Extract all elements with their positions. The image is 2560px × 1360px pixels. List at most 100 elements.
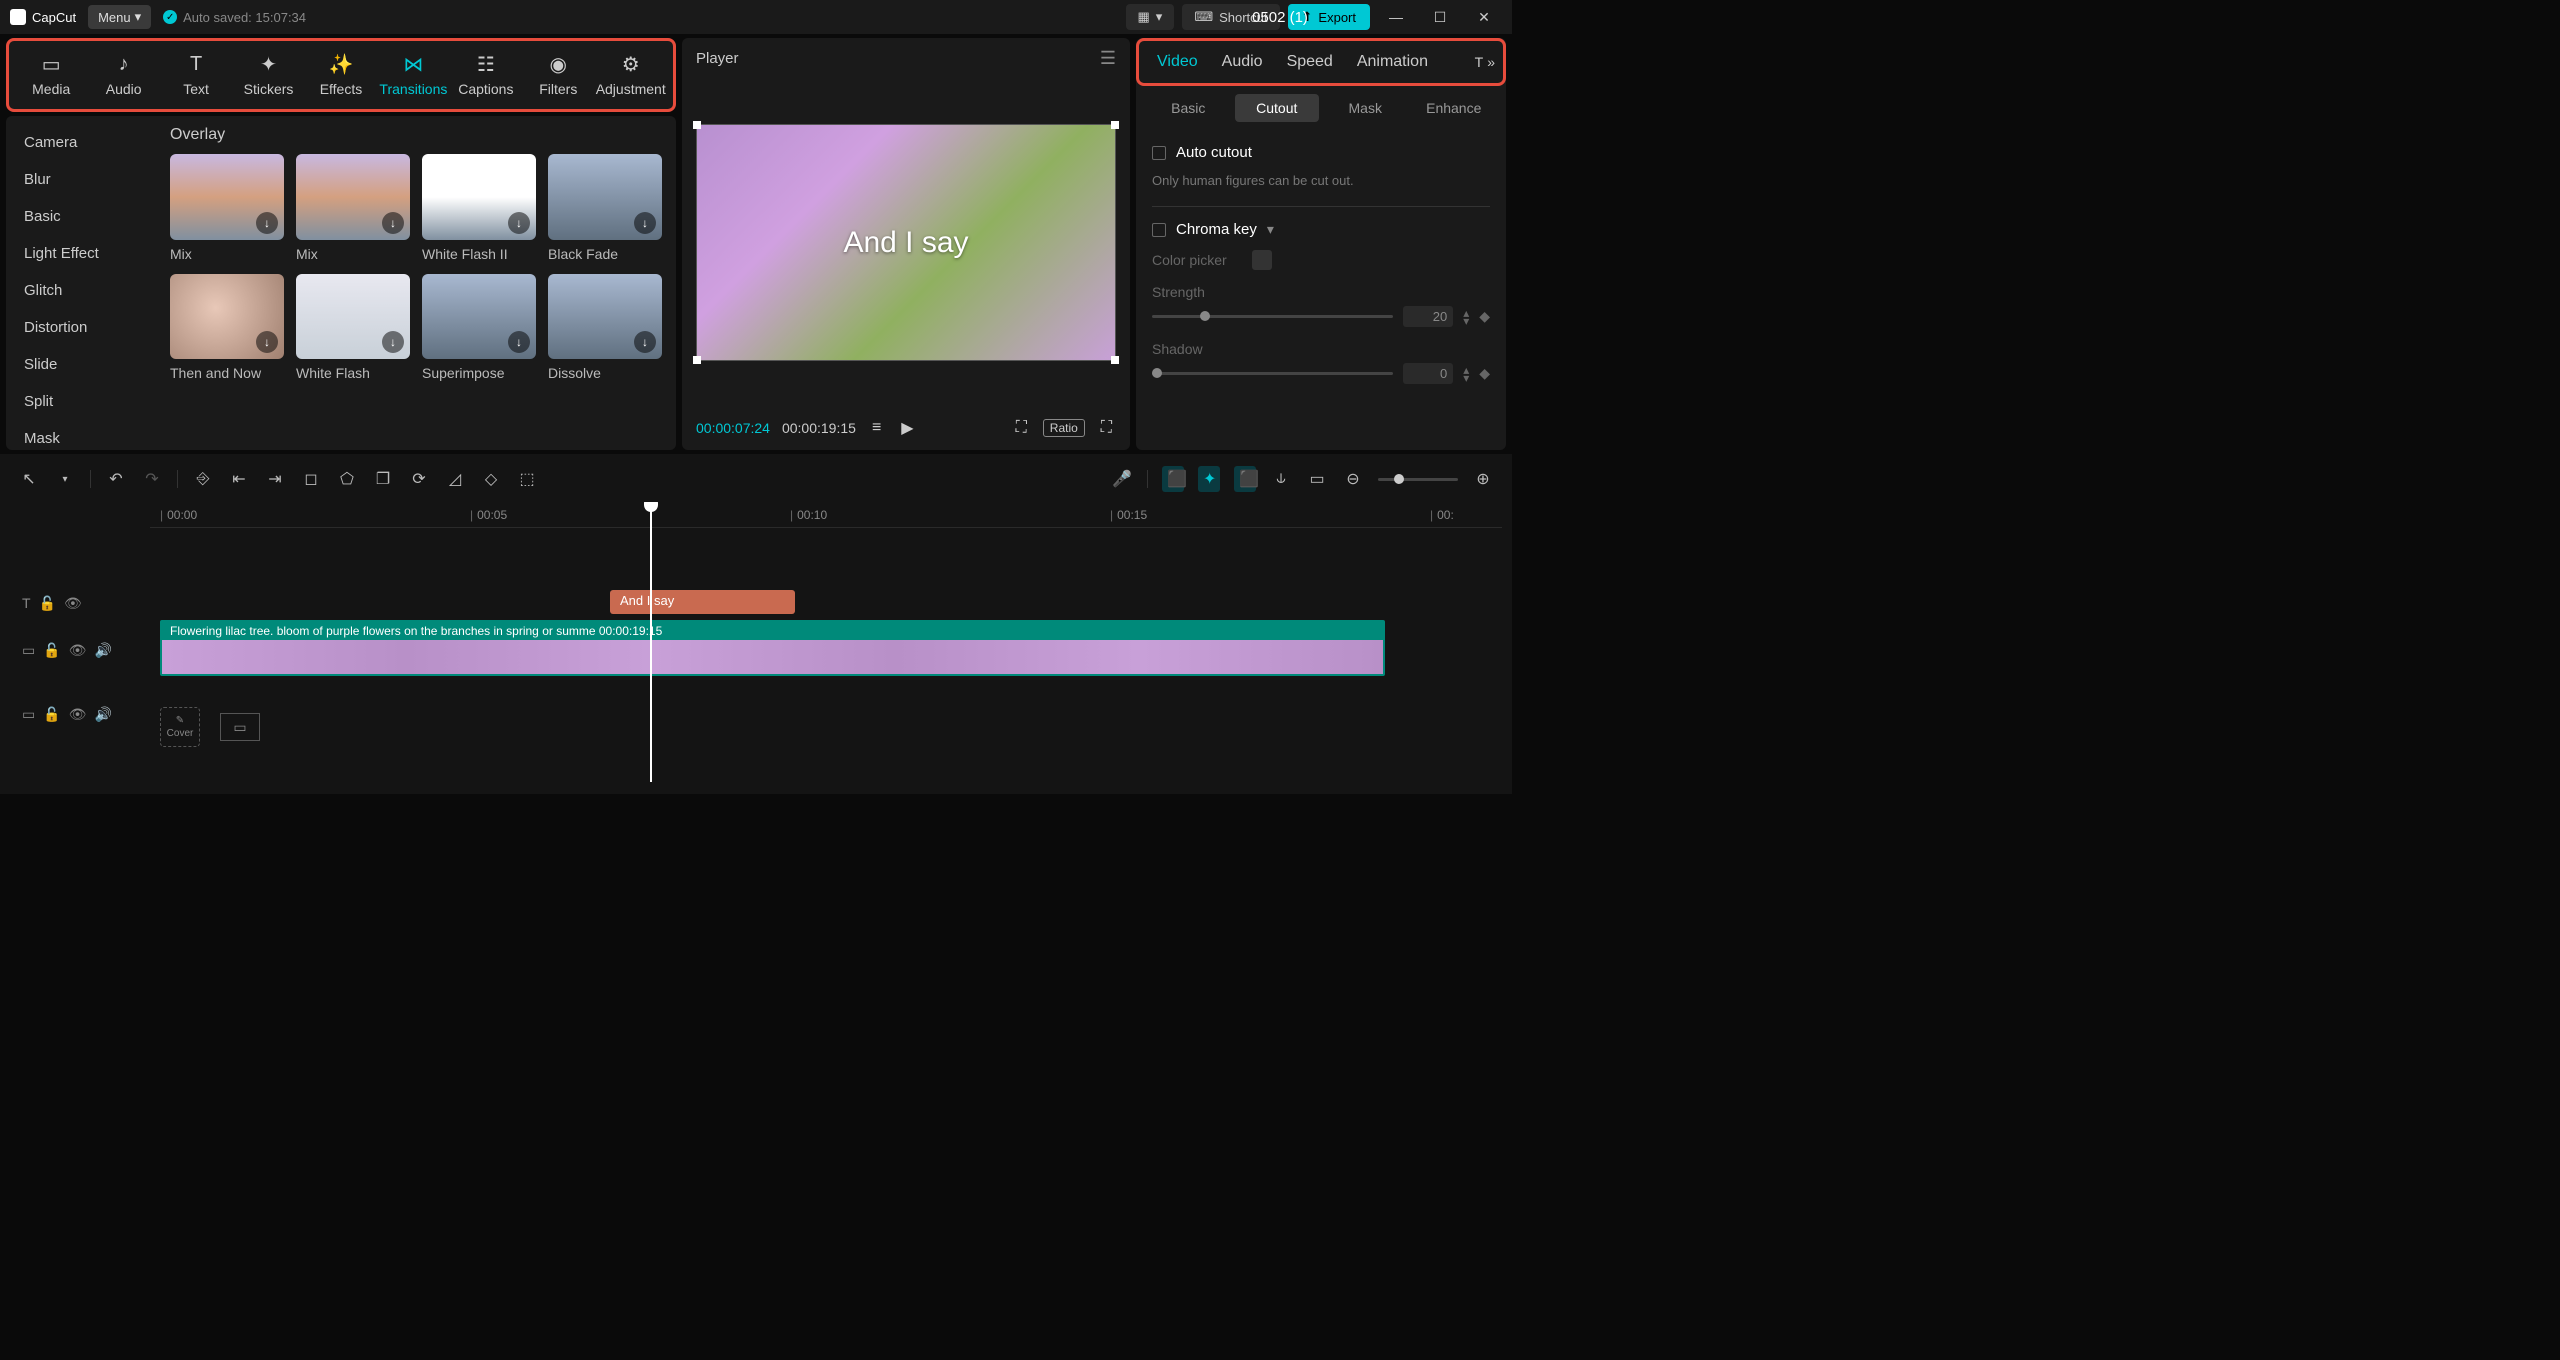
fullscreen-icon[interactable]: ⛶ — [1097, 417, 1116, 439]
strength-stepper[interactable]: ▴▾ — [1463, 309, 1469, 325]
chevron-right-icon[interactable]: » — [1487, 54, 1495, 70]
transition-thumb[interactable]: ↓Black Fade — [548, 154, 662, 262]
magnet-center-icon[interactable]: ✦ — [1198, 466, 1220, 492]
copy-tool[interactable]: ❐ — [372, 469, 394, 489]
keyframe-icon[interactable]: ◆ — [1479, 365, 1490, 382]
sub-tab-enhance[interactable]: Enhance — [1412, 94, 1497, 122]
eye-icon[interactable]: 👁 — [69, 642, 87, 659]
magnet-right-icon[interactable]: ⬛ — [1234, 466, 1256, 492]
eye-icon[interactable]: 👁 — [64, 595, 82, 612]
category-blur[interactable]: Blur — [6, 161, 156, 198]
sub-tab-cutout[interactable]: Cutout — [1235, 94, 1320, 122]
lock-icon[interactable]: 🔓 — [43, 706, 60, 723]
auto-cutout-checkbox[interactable] — [1152, 146, 1166, 160]
hamburger-icon[interactable]: ☰ — [1100, 48, 1116, 69]
handle-br[interactable] — [1111, 356, 1119, 364]
crop2-tool[interactable]: ⬚ — [516, 469, 538, 489]
transition-thumb[interactable]: ↓Dissolve — [548, 274, 662, 382]
sub-tab-mask[interactable]: Mask — [1323, 94, 1408, 122]
download-icon[interactable]: ↓ — [634, 212, 656, 234]
category-split[interactable]: Split — [6, 383, 156, 420]
download-icon[interactable]: ↓ — [634, 331, 656, 353]
category-distortion[interactable]: Distortion — [6, 309, 156, 346]
eye-icon[interactable]: 👁 — [69, 706, 87, 723]
category-slide[interactable]: Slide — [6, 346, 156, 383]
tool-tab-text[interactable]: TText — [160, 49, 232, 101]
category-camera[interactable]: Camera — [6, 124, 156, 161]
tool-tab-media[interactable]: ▭Media — [15, 49, 87, 101]
keyframe-icon[interactable]: ◆ — [1479, 308, 1490, 325]
transition-thumb[interactable]: ↓Mix — [170, 154, 284, 262]
crop-tool[interactable]: ◻ — [300, 469, 322, 489]
pointer-tool[interactable]: ↖ — [18, 469, 40, 489]
download-icon[interactable]: ↓ — [508, 212, 530, 234]
video-clip[interactable]: Flowering lilac tree. bloom of purple fl… — [160, 620, 1385, 676]
transition-thumb[interactable]: ↓Then and Now — [170, 274, 284, 382]
transition-thumb[interactable]: ↓White Flash II — [422, 154, 536, 262]
timeline-ruler[interactable]: 00:0000:0500:1000:1500: — [150, 502, 1502, 528]
magnet-left-icon[interactable]: ⬛ — [1162, 466, 1184, 492]
category-light-effect[interactable]: Light Effect — [6, 235, 156, 272]
prop-tab-speed[interactable]: Speed — [1277, 47, 1343, 77]
shield-icon[interactable]: ⬠ — [336, 469, 358, 489]
category-mask[interactable]: Mask — [6, 420, 156, 450]
download-icon[interactable]: ↓ — [382, 331, 404, 353]
preview-frame[interactable]: And I say — [696, 124, 1116, 360]
download-icon[interactable]: ↓ — [508, 331, 530, 353]
download-icon[interactable]: ↓ — [256, 331, 278, 353]
player-viewport[interactable]: And I say — [682, 79, 1130, 406]
cover-button[interactable]: ✎ Cover — [160, 707, 200, 747]
undo-button[interactable]: ↶ — [105, 469, 127, 489]
mic-icon[interactable]: 🎤 — [1111, 469, 1133, 489]
tool-tab-transitions[interactable]: ⋈Transitions — [377, 49, 449, 101]
rotate-tool[interactable]: ◇ — [480, 469, 502, 489]
chroma-key-checkbox[interactable] — [1152, 223, 1166, 237]
mirror-tool[interactable]: ◿ — [444, 469, 466, 489]
speaker-icon[interactable]: 🔊 — [94, 706, 111, 723]
align-tool[interactable]: ⫝ — [1270, 470, 1292, 488]
tool-tab-audio[interactable]: ♪Audio — [87, 49, 159, 101]
play-button[interactable]: ▶ — [897, 416, 917, 440]
chevron-down-icon[interactable]: ▾ — [1267, 221, 1274, 238]
split-tool[interactable]: ⎆ — [192, 470, 214, 488]
playhead[interactable] — [650, 502, 652, 782]
maximize-button[interactable]: ☐ — [1422, 3, 1458, 31]
tool-tab-filters[interactable]: ◉Filters — [522, 49, 594, 101]
speaker-icon[interactable]: 🔊 — [94, 642, 111, 659]
focus-icon[interactable]: ⛶ — [1012, 417, 1031, 439]
lock-icon[interactable]: 🔓 — [39, 595, 56, 612]
handle-tr[interactable] — [1111, 121, 1119, 129]
shadow-stepper[interactable]: ▴▾ — [1463, 366, 1469, 382]
zoom-in-button[interactable]: ⊕ — [1472, 469, 1494, 489]
trim-right-tool[interactable]: ⇥ — [264, 469, 286, 489]
tool-tab-effects[interactable]: ✨Effects — [305, 49, 377, 101]
film-icon[interactable]: ▭ — [220, 713, 260, 741]
category-basic[interactable]: Basic — [6, 198, 156, 235]
list-icon[interactable]: ≡ — [868, 417, 885, 439]
handle-bl[interactable] — [693, 356, 701, 364]
prop-tab-video[interactable]: Video — [1147, 47, 1208, 77]
trim-left-tool[interactable]: ⇤ — [228, 469, 250, 489]
shadow-value[interactable]: 0 — [1403, 363, 1453, 384]
zoom-out-button[interactable]: ⊖ — [1342, 469, 1364, 489]
preview-tool[interactable]: ▭ — [1306, 469, 1328, 489]
menu-button[interactable]: Menu ▾ — [88, 5, 151, 29]
color-swatch[interactable] — [1252, 250, 1272, 270]
sub-tab-basic[interactable]: Basic — [1146, 94, 1231, 122]
lock-icon[interactable]: 🔓 — [43, 642, 60, 659]
shadow-slider[interactable] — [1152, 372, 1393, 375]
strength-slider[interactable] — [1152, 315, 1393, 318]
tool-tab-stickers[interactable]: ✦Stickers — [232, 49, 304, 101]
ratio-button[interactable]: Ratio — [1043, 419, 1085, 437]
layout-button[interactable]: ▦ ▾ — [1126, 4, 1175, 30]
tool-tab-captions[interactable]: ☷Captions — [450, 49, 522, 101]
redo-button[interactable]: ↷ — [141, 469, 163, 489]
transition-thumb[interactable]: ↓Mix — [296, 154, 410, 262]
timeline-tracks[interactable]: 00:0000:0500:1000:1500: And I say Flower… — [150, 502, 1502, 782]
zoom-slider[interactable] — [1378, 478, 1458, 481]
minimize-button[interactable]: — — [1378, 3, 1414, 31]
close-button[interactable]: ✕ — [1466, 3, 1502, 31]
handle-tl[interactable] — [693, 121, 701, 129]
prop-tab-animation[interactable]: Animation — [1347, 47, 1438, 77]
download-icon[interactable]: ↓ — [382, 212, 404, 234]
